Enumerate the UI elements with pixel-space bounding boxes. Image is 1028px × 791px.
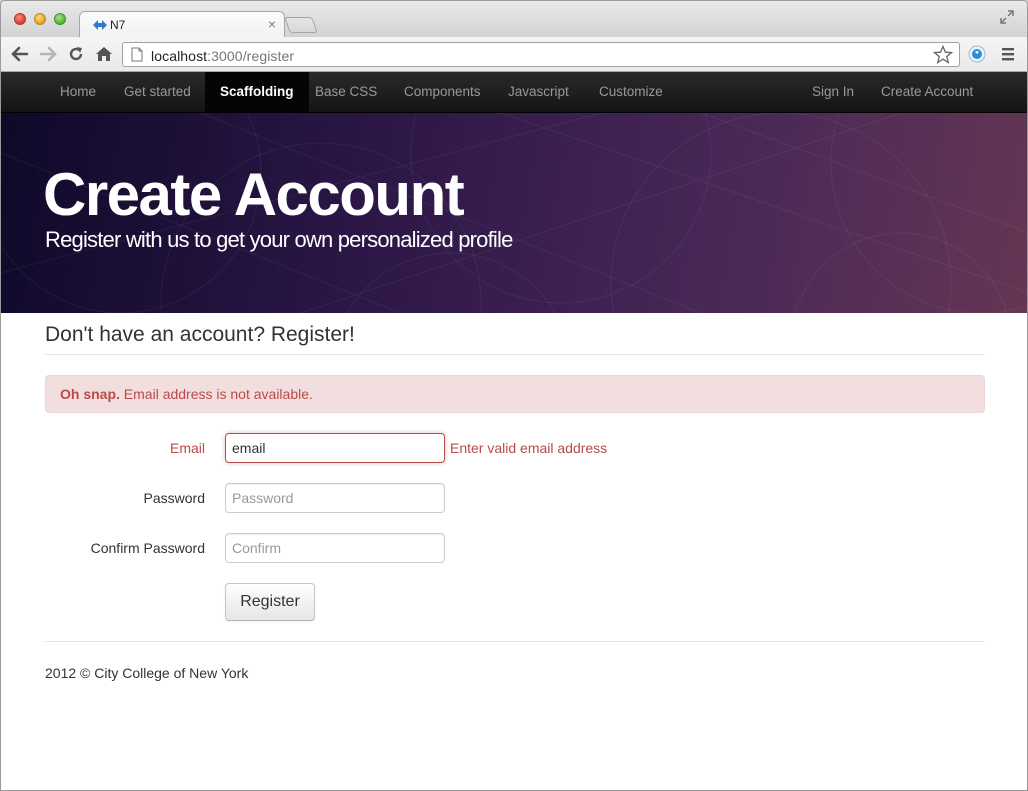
window-minimize-button[interactable] <box>34 13 46 25</box>
browser-tab[interactable]: N7 × <box>79 11 285 38</box>
browser-toolbar: localhost:3000/register <box>1 37 1027 72</box>
footer-copyright: 2012 © City College of New York <box>45 665 249 681</box>
window-zoom-button[interactable] <box>54 13 66 25</box>
url-host: localhost <box>151 48 208 64</box>
browser-titlebar: N7 × <box>1 1 1027 38</box>
home-icon <box>96 47 112 61</box>
extension-button[interactable] <box>967 44 987 64</box>
skype-extension-icon <box>968 45 986 63</box>
window-close-button[interactable] <box>14 13 26 25</box>
hero-banner: Create Account Register with us to get y… <box>1 113 1027 313</box>
url-path: :3000/register <box>207 48 295 64</box>
home-button[interactable] <box>94 44 114 64</box>
new-tab-button[interactable] <box>284 17 318 33</box>
hero-title: Create Account <box>43 161 465 228</box>
nav-scaffolding[interactable]: Scaffolding <box>205 72 309 112</box>
nav-javascript[interactable]: Javascript <box>493 72 584 112</box>
alert-strong: Oh snap. <box>60 386 120 402</box>
nav-components[interactable]: Components <box>389 72 496 112</box>
reload-icon <box>69 47 83 61</box>
email-label: Email <box>169 440 205 456</box>
confirm-password-field[interactable] <box>225 533 445 563</box>
error-alert: Oh snap. Email address is not available. <box>45 375 985 413</box>
reload-button[interactable] <box>66 44 86 64</box>
bookmark-star-icon[interactable] <box>933 45 953 65</box>
favicon-icon <box>93 20 107 30</box>
nav-base-css[interactable]: Base CSS <box>300 72 392 112</box>
address-bar[interactable]: localhost:3000/register <box>122 42 960 67</box>
back-arrow-icon <box>11 46 29 62</box>
back-button[interactable] <box>10 44 30 64</box>
footer-divider <box>45 641 985 642</box>
password-label: Password <box>143 490 205 506</box>
site-navbar: Home Get started Scaffolding Base CSS Co… <box>1 72 1027 113</box>
alert-message: Email address is not available. <box>119 386 313 402</box>
tab-title: N7 <box>110 18 126 32</box>
forward-arrow-icon <box>39 46 57 62</box>
page-icon <box>131 47 143 62</box>
nav-create-account[interactable]: Create Account <box>866 72 988 112</box>
nav-sign-in[interactable]: Sign In <box>797 72 869 112</box>
forward-button[interactable] <box>38 44 58 64</box>
menu-button[interactable] <box>998 44 1018 64</box>
divider <box>45 354 985 355</box>
page-title: Don't have an account? Register! <box>45 323 355 346</box>
fullscreen-icon[interactable] <box>999 9 1015 25</box>
email-field[interactable] <box>225 433 445 463</box>
tab-close-icon[interactable]: × <box>268 16 276 32</box>
url-text: localhost:3000/register <box>151 48 294 64</box>
register-button[interactable]: Register <box>225 583 315 621</box>
browser-window: N7 × localhost:3000/register Home Get st… <box>0 0 1028 791</box>
nav-customize[interactable]: Customize <box>584 72 678 112</box>
email-error-message: Enter valid email address <box>450 440 608 456</box>
confirm-password-label: Confirm Password <box>90 540 205 556</box>
hero-subtitle: Register with us to get your own persona… <box>45 227 513 252</box>
nav-get-started[interactable]: Get started <box>109 72 206 112</box>
nav-home[interactable]: Home <box>45 72 111 112</box>
password-field[interactable] <box>225 483 445 513</box>
hamburger-menu-icon <box>1002 48 1014 61</box>
